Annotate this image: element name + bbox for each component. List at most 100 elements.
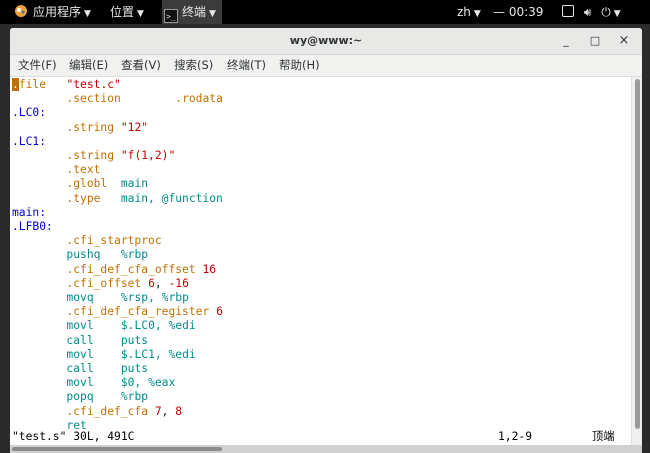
code-token: %rbp <box>120 248 149 262</box>
code-line: movl $0, %eax <box>12 376 175 390</box>
terminal-icon: >_ <box>164 9 178 23</box>
applications-menu[interactable]: 应用程序 ▼ <box>14 0 91 24</box>
cursor-position: 1,2-9 <box>498 430 533 443</box>
menu-edit[interactable]: 编辑(E) <box>69 55 108 76</box>
code-token: movl <box>66 319 94 333</box>
power-icon: ⏻ <box>601 5 611 19</box>
code-token: movl <box>66 347 94 361</box>
code-token: 6 <box>216 305 223 319</box>
code-token: .LC0: <box>12 106 47 120</box>
code-line: movl $.LC1, %edi <box>12 347 196 362</box>
taskbar-terminal-label: 终端 <box>182 5 207 19</box>
scrollbar-thumb[interactable] <box>12 447 222 451</box>
code-line: .cfi_startproc <box>12 234 162 248</box>
scroll-position: 顶端 <box>592 430 615 443</box>
menu-view[interactable]: 查看(V) <box>121 55 161 76</box>
code-line: movl $.LC0, %edi <box>12 319 196 333</box>
code-line: main: <box>12 206 46 220</box>
code-token: call <box>66 333 94 347</box>
code-token: .text <box>66 163 101 177</box>
code-token: file <box>18 78 47 91</box>
menu-search[interactable]: 搜索(S) <box>174 55 213 76</box>
maximize-button[interactable]: □ <box>585 28 605 54</box>
code-token: .LFB0: <box>12 220 53 233</box>
display-icon <box>562 5 574 17</box>
code-line: .globl main <box>12 177 148 191</box>
horizontal-scrollbar[interactable] <box>10 445 642 453</box>
code-line: .cfi_def_cfa_offset 16 <box>12 263 216 277</box>
code-token: .cfi_startproc <box>66 234 162 248</box>
code-token: , <box>154 276 169 290</box>
code-line: call puts <box>12 334 148 348</box>
code-token: .globl <box>66 177 108 191</box>
code-token: $0, %eax <box>120 376 176 390</box>
code-token: .cfi_def_cfa_offset <box>66 262 196 276</box>
code-line: .section .rodata <box>12 92 222 106</box>
menu-terminal[interactable]: 终端(T) <box>227 55 266 76</box>
system-status-menu[interactable]: 🔊︎ ⏻ ▼ <box>562 0 621 24</box>
minimize-button[interactable]: _ <box>556 28 576 54</box>
code-token: %rsp, %rbp <box>120 291 189 304</box>
code-line: movq %rsp, %rbp <box>12 291 189 305</box>
code-token: 6 <box>148 276 155 290</box>
close-button[interactable]: × <box>614 28 634 54</box>
menu-file[interactable]: 文件(F) <box>18 55 57 76</box>
code-token: main <box>120 177 149 191</box>
code-line: call puts <box>12 362 148 376</box>
menu-help[interactable]: 帮助(H) <box>279 55 320 76</box>
code-token: .cfi_def_cfa_register <box>66 305 210 319</box>
vertical-scrollbar[interactable] <box>631 77 642 445</box>
places-menu[interactable]: 位置 ▼ <box>110 0 144 24</box>
chevron-down-icon: ▼ <box>209 9 216 19</box>
clock[interactable]: — 00:39 <box>493 0 543 24</box>
language-label: zh <box>457 5 471 19</box>
code-line: .LC1: <box>12 135 46 149</box>
clock-label: — 00:39 <box>493 5 544 19</box>
code-token: main, @function <box>120 191 223 205</box>
code-token: $.LC0, %edi <box>120 319 196 333</box>
code-token: popq <box>66 390 94 404</box>
chevron-down-icon: ▼ <box>613 9 621 19</box>
taskbar-terminal[interactable]: >_ 终端 ▼ <box>162 0 222 24</box>
code-line: .cfi_def_cfa 7, 8 <box>12 405 182 419</box>
window-title: wy@www:~ <box>289 34 363 47</box>
text-cursor: . <box>12 78 19 91</box>
window-titlebar[interactable]: wy@www:~ _ □ × <box>10 28 642 55</box>
chevron-down-icon: ▼ <box>473 9 481 19</box>
terminal-window: wy@www:~ _ □ × 文件(F) 编辑(E) 查看(V) 搜索(S) 终… <box>10 28 642 453</box>
code-token: 16 <box>202 262 217 276</box>
input-method-indicator[interactable]: zh ▼ <box>457 0 481 24</box>
code-line: .LC0: <box>12 106 46 120</box>
scrollbar-thumb[interactable] <box>635 79 640 429</box>
vim-status-line: "test.s" 30L, 491C 1,2-9 顶端 <box>10 429 629 445</box>
code-token: puts <box>120 362 149 375</box>
code-line: pushq %rbp <box>12 248 148 262</box>
code-token: -16 <box>168 276 189 290</box>
volume-icon: 🔊︎ <box>583 5 592 19</box>
code-token: .string <box>66 120 115 134</box>
terminal-text-area[interactable]: .file "test.c" .section .rodata .LC0: .st… <box>10 77 629 432</box>
code-token: main: <box>12 205 47 219</box>
code-token: $.LC1, %edi <box>120 347 196 361</box>
places-label: 位置 <box>110 5 135 19</box>
code-token: .section <box>66 92 121 106</box>
